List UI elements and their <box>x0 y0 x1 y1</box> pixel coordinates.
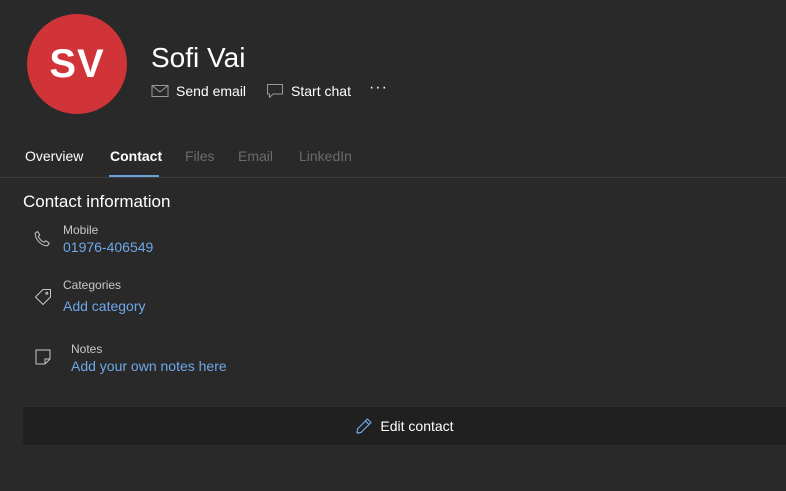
tab-files[interactable]: Files <box>185 148 215 164</box>
tab-email[interactable]: Email <box>238 148 273 164</box>
avatar: SV <box>27 14 127 114</box>
tag-icon <box>35 289 51 305</box>
add-notes-link[interactable]: Add your own notes here <box>71 358 227 374</box>
add-category-link[interactable]: Add category <box>63 298 146 314</box>
more-options-button[interactable]: ··· <box>369 80 388 102</box>
mail-icon <box>151 85 169 97</box>
phone-icon <box>34 231 50 247</box>
contact-name: Sofi Vai <box>151 42 246 73</box>
pencil-icon <box>356 418 373 434</box>
edit-contact-button[interactable]: Edit contact <box>23 406 786 446</box>
tab-contact[interactable]: Contact <box>110 148 162 164</box>
start-chat-button[interactable]: Start chat <box>266 83 351 99</box>
chat-icon <box>267 84 284 98</box>
note-icon <box>35 349 51 365</box>
notes-label: Notes <box>71 342 103 356</box>
contact-card: SV Sofi Vai Send email Start chat ··· Ov… <box>0 0 786 491</box>
tab-linkedin[interactable]: LinkedIn <box>299 148 352 164</box>
avatar-initials: SV <box>49 41 105 86</box>
section-title: Contact information <box>23 192 171 211</box>
mobile-number-link[interactable]: 01976-406549 <box>63 239 153 255</box>
start-chat-label: Start chat <box>291 83 351 99</box>
tab-overview[interactable]: Overview <box>25 148 83 164</box>
send-email-label: Send email <box>176 83 247 99</box>
send-email-button[interactable]: Send email <box>151 83 246 99</box>
edit-contact-label: Edit contact <box>380 418 454 434</box>
tab-bar: Overview Contact Files Email LinkedIn <box>0 138 786 178</box>
mobile-label: Mobile <box>63 223 99 237</box>
categories-label: Categories <box>63 278 122 292</box>
contact-actions: Send email Start chat ··· <box>151 80 388 102</box>
active-tab-indicator <box>109 175 159 177</box>
